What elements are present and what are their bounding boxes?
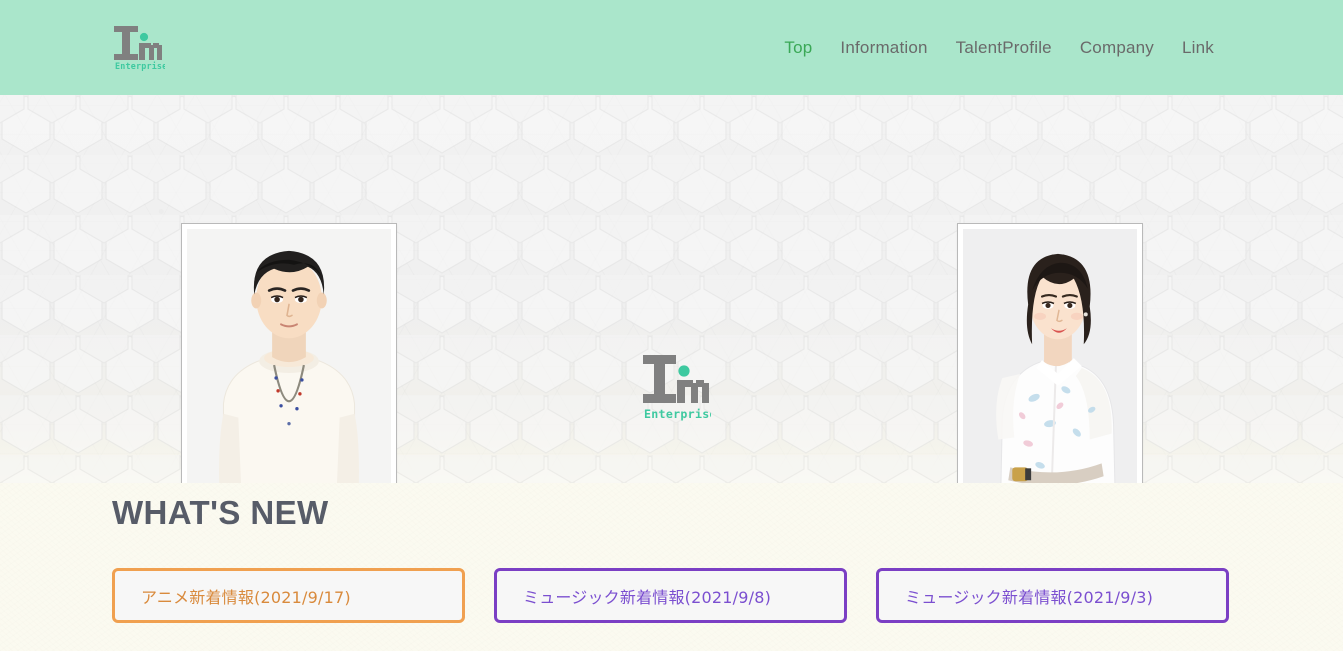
talent-photo-right-image xyxy=(963,229,1137,483)
site-header: Enterprise Top Information TalentProfile… xyxy=(0,0,1343,95)
talent-photo-left-image xyxy=(187,229,391,483)
im-enterprise-logo-large-icon: Enterprise xyxy=(643,355,717,421)
talent-photo-right[interactable] xyxy=(957,223,1143,483)
talent-photo-left[interactable] xyxy=(181,223,397,483)
whats-new-section: WHAT'S NEW アニメ新着情報(2021/9/17) ミュージック新着情報… xyxy=(0,483,1343,651)
hero-center-logo: Enterprise xyxy=(641,351,717,429)
news-card-label: ミュージック新着情報(2021/9/3) xyxy=(905,587,1154,607)
news-card-anime[interactable]: アニメ新着情報(2021/9/17) xyxy=(112,568,465,623)
header-logo[interactable]: Enterprise xyxy=(113,24,165,72)
news-card-label: ミュージック新着情報(2021/9/8) xyxy=(523,587,772,607)
page-title: WHAT'S NEW xyxy=(112,494,329,531)
nav-item-talentprofile[interactable]: TalentProfile xyxy=(942,36,1066,60)
nav-item-information[interactable]: Information xyxy=(826,36,941,60)
im-enterprise-logo-icon: Enterprise xyxy=(114,26,165,71)
main-navigation: Top Information TalentProfile Company Li… xyxy=(770,36,1228,60)
nav-item-top[interactable]: Top xyxy=(770,36,826,60)
whats-new-card-list: アニメ新着情報(2021/9/17) ミュージック新着情報(2021/9/8) … xyxy=(112,568,1229,623)
nav-item-company[interactable]: Company xyxy=(1066,36,1168,60)
svg-text:Enterprise: Enterprise xyxy=(115,61,165,71)
news-card-label: アニメ新着情報(2021/9/17) xyxy=(141,587,351,607)
hero-section: Enterprise xyxy=(0,95,1343,483)
news-card-music-2[interactable]: ミュージック新着情報(2021/9/3) xyxy=(876,568,1229,623)
news-card-music-1[interactable]: ミュージック新着情報(2021/9/8) xyxy=(494,568,847,623)
svg-text:Enterprise: Enterprise xyxy=(644,407,711,421)
nav-item-link[interactable]: Link xyxy=(1168,36,1228,60)
